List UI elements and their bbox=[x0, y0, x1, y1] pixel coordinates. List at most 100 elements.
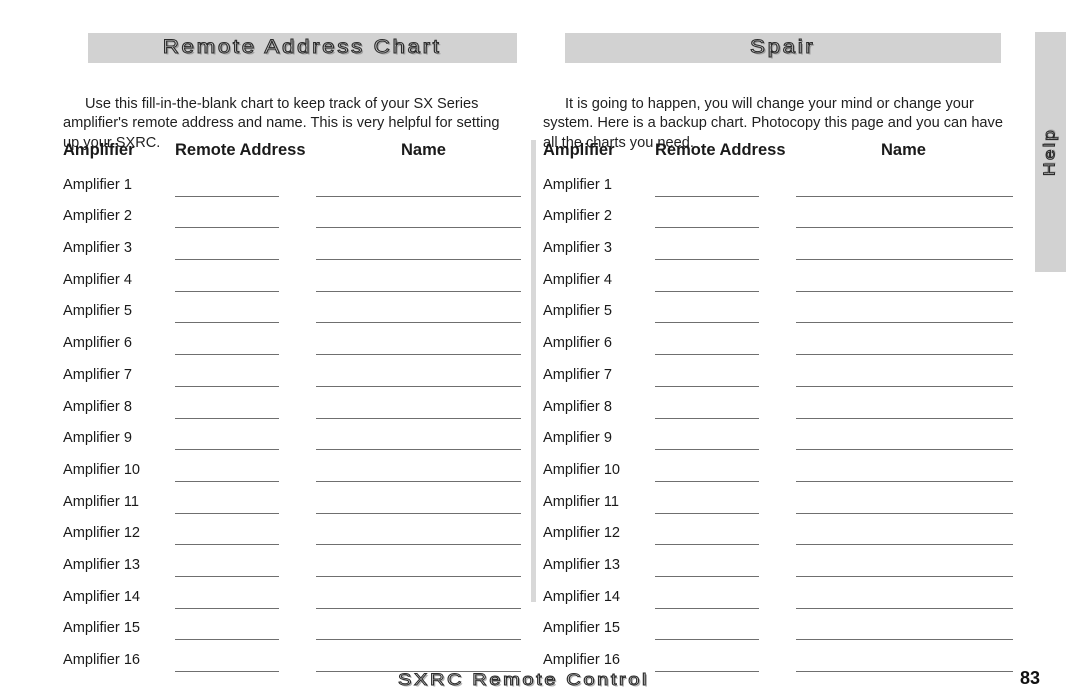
name-blank-field[interactable] bbox=[316, 239, 521, 261]
remote-address-blank-field[interactable] bbox=[655, 524, 759, 546]
remote-address-blank-field[interactable] bbox=[175, 429, 279, 451]
amplifier-label: Amplifier 9 bbox=[543, 430, 612, 447]
amplifier-label: Amplifier 5 bbox=[63, 303, 132, 320]
table-row: Amplifier 14 bbox=[543, 577, 1013, 609]
remote-address-blank-field[interactable] bbox=[175, 461, 279, 482]
name-blank-field[interactable] bbox=[316, 588, 521, 609]
table-row: Amplifier 13 bbox=[63, 545, 529, 577]
remote-address-blank-field[interactable] bbox=[655, 556, 759, 577]
name-blank-field[interactable] bbox=[316, 271, 521, 292]
name-blank-field[interactable] bbox=[796, 271, 1013, 292]
table-row: Amplifier 11 bbox=[63, 482, 529, 514]
remote-address-blank-field[interactable] bbox=[655, 398, 759, 419]
name-blank-field[interactable] bbox=[316, 524, 521, 546]
table-row: Amplifier 16 bbox=[63, 640, 529, 672]
remote-address-blank-field[interactable] bbox=[655, 619, 759, 641]
name-blank-field[interactable] bbox=[796, 176, 1013, 197]
name-blank-field[interactable] bbox=[796, 334, 1013, 356]
name-blank-field[interactable] bbox=[316, 461, 521, 482]
name-blank-field[interactable] bbox=[316, 366, 521, 387]
remote-address-blank-field[interactable] bbox=[175, 176, 279, 197]
table-row: Amplifier 2 bbox=[63, 197, 529, 229]
remote-address-blank-field[interactable] bbox=[655, 239, 759, 261]
remote-address-blank-field[interactable] bbox=[175, 271, 279, 292]
table-row: Amplifier 5 bbox=[63, 292, 529, 324]
name-blank-field[interactable] bbox=[316, 334, 521, 356]
amplifier-label: Amplifier 16 bbox=[543, 652, 621, 668]
name-blank-field[interactable] bbox=[796, 239, 1013, 261]
name-blank-field[interactable] bbox=[796, 461, 1013, 482]
help-section-tab[interactable]: Help bbox=[1035, 32, 1066, 272]
remote-address-blank-field[interactable] bbox=[175, 302, 279, 324]
remote-address-blank-field[interactable] bbox=[175, 366, 279, 387]
name-blank-field[interactable] bbox=[796, 302, 1013, 324]
table-row: Amplifier 6 bbox=[543, 323, 1013, 356]
left-header-amplifier: Amplifier bbox=[63, 141, 135, 159]
left-header-remote-address: Remote Address bbox=[175, 141, 306, 159]
amplifier-label: Amplifier 15 bbox=[543, 620, 621, 637]
table-row: Amplifier 10 bbox=[63, 450, 529, 482]
remote-address-blank-field[interactable] bbox=[175, 556, 279, 577]
name-blank-field[interactable] bbox=[316, 493, 521, 514]
remote-address-blank-field[interactable] bbox=[655, 366, 759, 387]
amplifier-label: Amplifier 13 bbox=[543, 556, 621, 573]
name-blank-field[interactable] bbox=[316, 176, 521, 197]
table-row: Amplifier 4 bbox=[63, 260, 529, 292]
table-row: Amplifier 12 bbox=[63, 514, 529, 546]
amplifier-label: Amplifier 1 bbox=[63, 176, 132, 193]
amplifier-label: Amplifier 4 bbox=[63, 271, 132, 288]
name-blank-field[interactable] bbox=[796, 493, 1013, 514]
remote-address-blank-field[interactable] bbox=[655, 271, 759, 292]
name-blank-field[interactable] bbox=[316, 207, 521, 229]
remote-address-blank-field[interactable] bbox=[655, 461, 759, 482]
name-blank-field[interactable] bbox=[316, 556, 521, 577]
remote-address-blank-field[interactable] bbox=[175, 239, 279, 261]
remote-address-blank-field[interactable] bbox=[175, 651, 279, 672]
name-blank-field[interactable] bbox=[796, 556, 1013, 577]
remote-address-blank-field[interactable] bbox=[655, 207, 759, 229]
left-section-banner: Remote Address Chart bbox=[88, 33, 517, 63]
table-row: Amplifier 11 bbox=[543, 482, 1013, 514]
name-blank-field[interactable] bbox=[796, 524, 1013, 546]
name-blank-field[interactable] bbox=[796, 588, 1013, 609]
remote-address-blank-field[interactable] bbox=[655, 651, 759, 672]
remote-address-blank-field[interactable] bbox=[175, 207, 279, 229]
manual-page: Remote Address Chart Use this fill-in-th… bbox=[0, 0, 1080, 698]
name-blank-field[interactable] bbox=[796, 366, 1013, 387]
name-blank-field[interactable] bbox=[796, 207, 1013, 229]
table-row: Amplifier 12 bbox=[543, 514, 1013, 546]
remote-address-blank-field[interactable] bbox=[655, 493, 759, 514]
name-blank-field[interactable] bbox=[796, 398, 1013, 419]
remote-address-blank-field[interactable] bbox=[655, 176, 759, 197]
name-blank-field[interactable] bbox=[796, 619, 1013, 641]
amplifier-label: Amplifier 3 bbox=[543, 240, 612, 257]
table-row: Amplifier 13 bbox=[543, 545, 1013, 577]
name-blank-field[interactable] bbox=[796, 429, 1013, 451]
remote-address-blank-field[interactable] bbox=[655, 588, 759, 609]
table-row: Amplifier 3 bbox=[63, 228, 529, 261]
page-number: 83 bbox=[1020, 668, 1041, 688]
remote-address-blank-field[interactable] bbox=[175, 493, 279, 514]
table-row: Amplifier 8 bbox=[63, 387, 529, 419]
name-blank-field[interactable] bbox=[316, 398, 521, 419]
name-blank-field[interactable] bbox=[796, 651, 1013, 672]
name-blank-field[interactable] bbox=[316, 651, 521, 672]
remote-address-blank-field[interactable] bbox=[175, 334, 279, 356]
remote-address-blank-field[interactable] bbox=[175, 619, 279, 641]
column-divider bbox=[531, 140, 536, 602]
table-row: Amplifier 1 bbox=[63, 165, 529, 197]
name-blank-field[interactable] bbox=[316, 302, 521, 324]
name-blank-field[interactable] bbox=[316, 429, 521, 451]
amplifier-label: Amplifier 2 bbox=[63, 208, 132, 225]
name-blank-field[interactable] bbox=[316, 619, 521, 641]
remote-address-blank-field[interactable] bbox=[175, 588, 279, 609]
amplifier-label: Amplifier 16 bbox=[63, 652, 141, 668]
remote-address-blank-field[interactable] bbox=[655, 429, 759, 451]
amplifier-label: Amplifier 14 bbox=[63, 588, 141, 605]
remote-address-blank-field[interactable] bbox=[655, 334, 759, 356]
amplifier-label: Amplifier 11 bbox=[63, 493, 139, 510]
remote-address-blank-field[interactable] bbox=[175, 524, 279, 546]
amplifier-label: Amplifier 12 bbox=[63, 525, 141, 542]
remote-address-blank-field[interactable] bbox=[655, 302, 759, 324]
remote-address-blank-field[interactable] bbox=[175, 398, 279, 419]
